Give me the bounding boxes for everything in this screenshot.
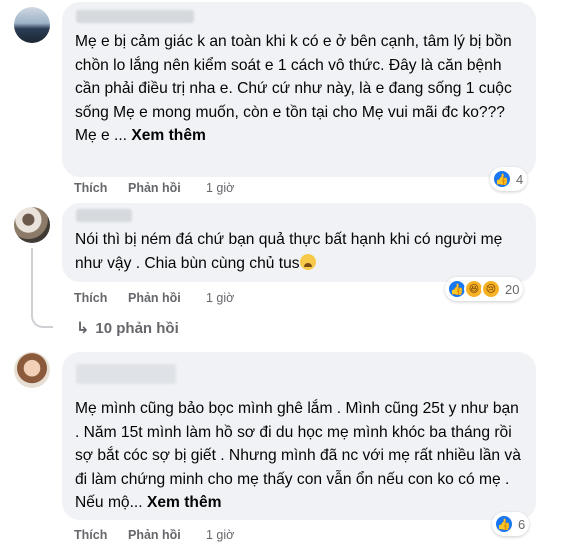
reaction-summary[interactable]: 👍 4 <box>490 167 528 191</box>
reaction-count: 4 <box>516 171 524 187</box>
reaction-count: 20 <box>505 281 520 297</box>
crying-emoji-icon <box>299 253 316 270</box>
see-more-link[interactable]: Xem thêm <box>131 127 206 144</box>
comment-bubble: Nói thì bị ném đá chứ bạn quả thực bất h… <box>62 203 536 282</box>
blurred-author-name[interactable] <box>76 209 132 222</box>
like-icon: 👍 <box>494 514 514 534</box>
avatar[interactable] <box>14 7 50 43</box>
reaction-summary[interactable]: 👍 6 <box>492 512 530 536</box>
timestamp[interactable]: 1 giờ <box>206 291 234 305</box>
thread-connector-line <box>31 248 53 328</box>
like-button[interactable]: Thích <box>74 181 107 195</box>
like-icon: 👍 <box>492 169 512 189</box>
reaction-count: 6 <box>518 516 526 532</box>
like-button[interactable]: Thích <box>74 528 107 542</box>
blurred-author-name[interactable] <box>76 364 176 384</box>
comment-bubble: Mẹ e bị cảm giác k an toàn khi k có e ở … <box>62 2 536 177</box>
comment-text: Mẹ e bị cảm giác k an toàn khi k có e ở … <box>75 33 512 144</box>
see-more-link[interactable]: Xem thêm <box>147 494 222 511</box>
timestamp[interactable]: 1 giờ <box>206 181 234 195</box>
avatar[interactable] <box>14 352 50 388</box>
reply-arrow-icon: ↳ <box>76 320 90 337</box>
reply-button[interactable]: Phản hồi <box>128 291 181 305</box>
replies-count-label: 10 phản hồi <box>95 320 179 337</box>
comment-text: Mẹ mình cũng bảo bọc mình ghê lắm . Mình… <box>75 400 521 511</box>
avatar[interactable] <box>14 207 50 243</box>
view-replies-link[interactable]: ↳ 10 phản hồi <box>76 318 179 338</box>
like-button[interactable]: Thích <box>74 291 107 305</box>
reply-button[interactable]: Phản hồi <box>128 181 181 195</box>
reaction-summary[interactable]: 👍 😆 😢 20 <box>445 277 524 301</box>
timestamp[interactable]: 1 giờ <box>206 528 234 542</box>
comment-bubble: Mẹ mình cũng bảo bọc mình ghê lắm . Mình… <box>62 352 536 520</box>
reply-button[interactable]: Phản hồi <box>128 528 181 542</box>
comment-text: Nói thì bị ném đá chứ bạn quả thực bất h… <box>75 231 503 272</box>
blurred-author-name[interactable] <box>76 10 194 23</box>
sad-icon: 😢 <box>481 279 501 299</box>
